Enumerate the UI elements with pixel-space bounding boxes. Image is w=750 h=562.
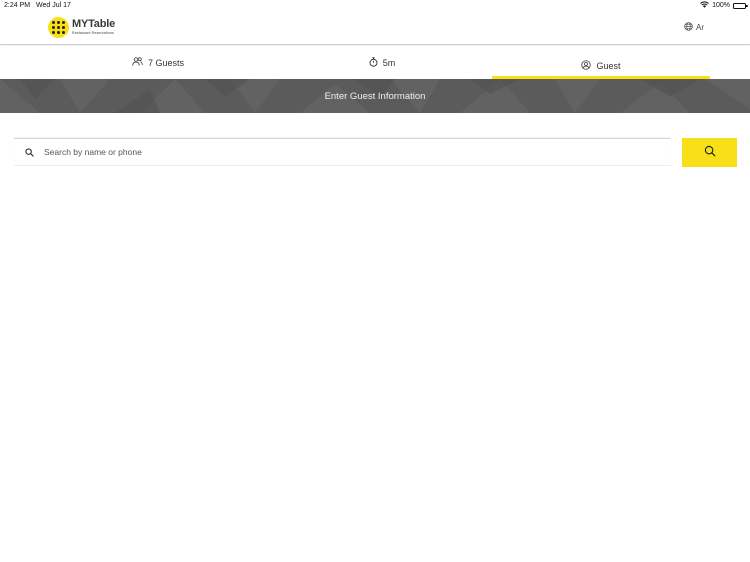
banner-title: Enter Guest Information <box>324 90 426 102</box>
logo: MYTable Restaurant Reservations <box>48 17 115 38</box>
search-button[interactable] <box>682 138 737 167</box>
language-label: Ar <box>696 23 704 32</box>
battery-icon <box>733 2 748 9</box>
tab-guests-label: 7 Guests <box>147 57 185 68</box>
search-icon <box>704 145 716 160</box>
battery-percent: 100% <box>712 2 730 9</box>
people-icon <box>132 57 143 68</box>
status-time: 2:24 PM <box>4 2 31 9</box>
stopwatch-icon <box>369 56 378 69</box>
section-banner: Enter Guest Information <box>0 79 750 113</box>
status-date: Wed Jul 17 <box>36 2 71 9</box>
user-circle-icon <box>581 59 592 72</box>
logo-tagline: Restaurant Reservations <box>72 31 114 36</box>
tab-time-label: 5m <box>382 57 396 68</box>
logo-name: MYTable <box>72 18 116 31</box>
wifi-icon <box>700 1 709 10</box>
reservation-steps: 7 Guests 5m Guest <box>0 46 750 79</box>
status-bar: 2:24 PM Wed Jul 17 100% <box>0 0 750 12</box>
globe-icon <box>684 22 693 33</box>
tab-guest-label: Guest <box>596 60 621 71</box>
search-icon <box>14 147 44 157</box>
search-input[interactable] <box>44 142 644 162</box>
search-bar <box>14 138 671 166</box>
tab-time[interactable]: 5m <box>316 46 448 79</box>
status-indicators: 100% <box>700 1 748 10</box>
tab-guests[interactable]: 7 Guests <box>0 46 316 79</box>
app-header: MYTable Restaurant Reservations Ar <box>0 12 750 45</box>
logo-icon <box>48 17 69 38</box>
language-toggle[interactable]: Ar <box>684 22 704 33</box>
